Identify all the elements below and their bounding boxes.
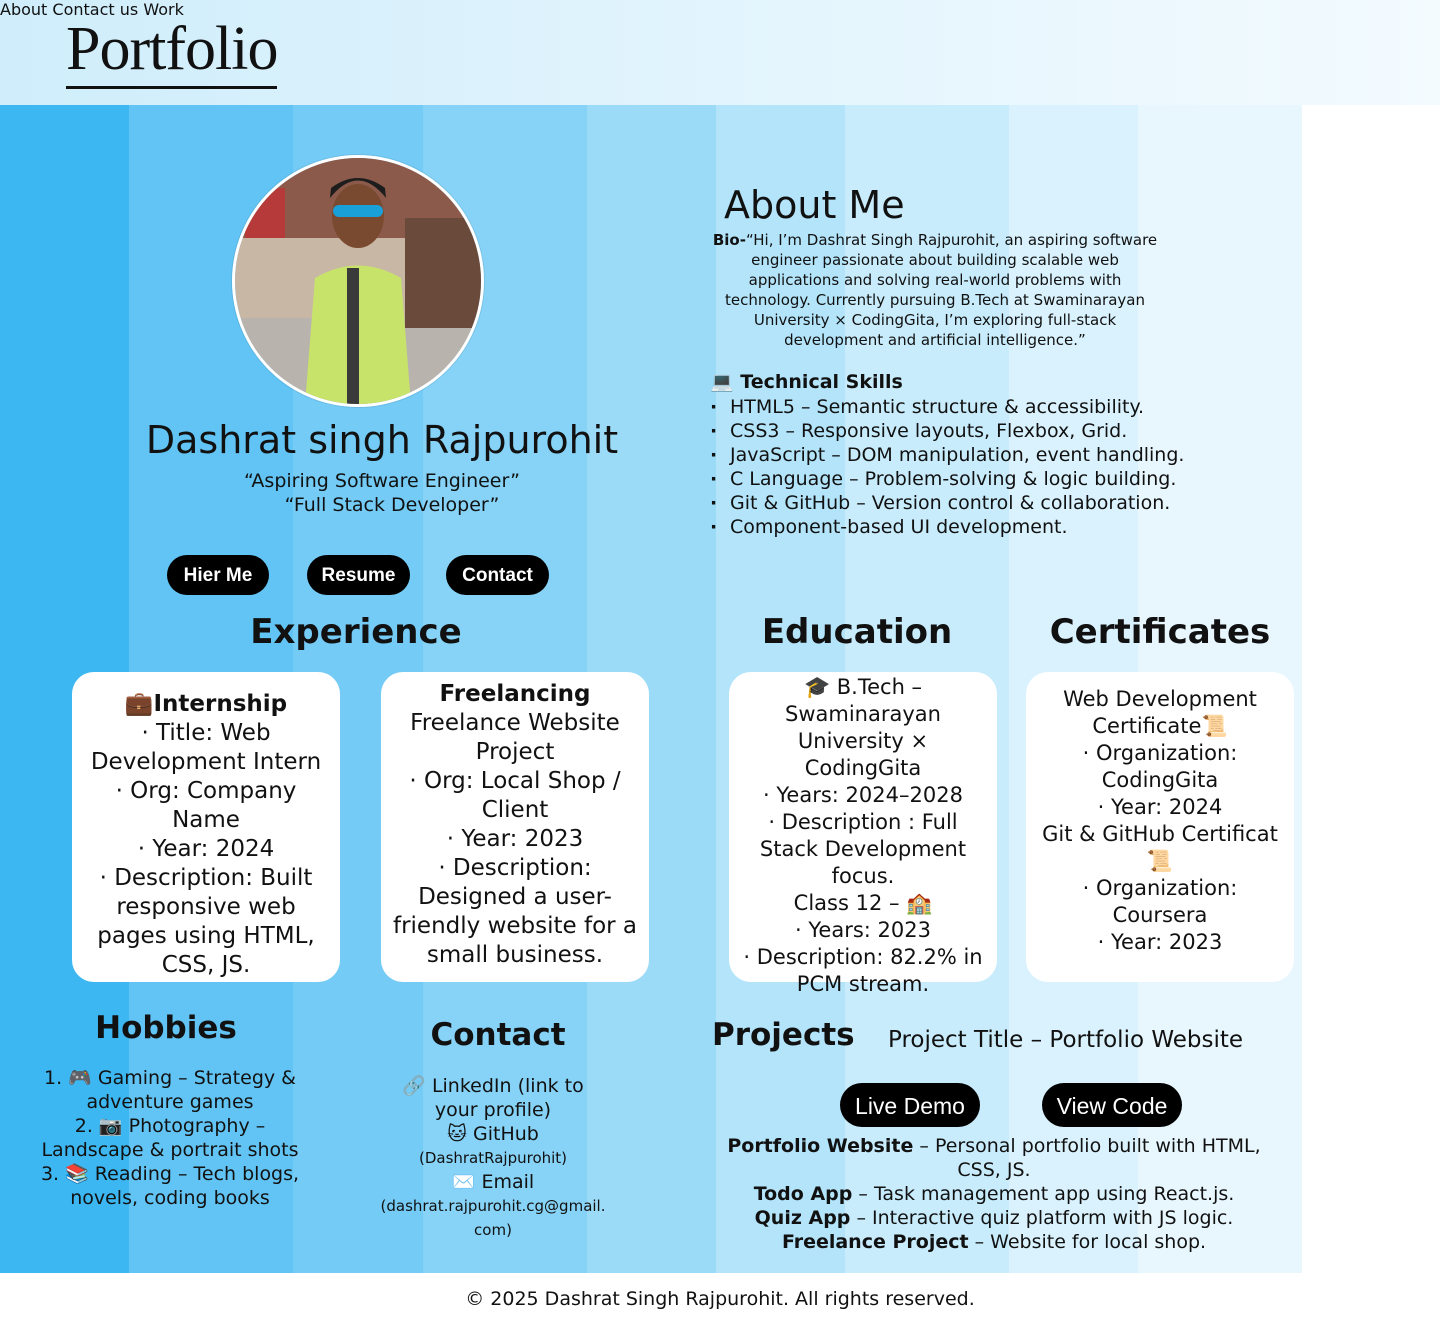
card-line: · Title: Web Development Intern xyxy=(90,720,322,775)
education-card: 🎓 B.Tech – Swaminarayan University × Cod… xyxy=(729,672,997,996)
nav-about-link[interactable]: About xyxy=(0,0,47,19)
freelancing-card: Freelancing Freelance Website Project · … xyxy=(381,672,649,982)
project-name: Freelance Project xyxy=(781,1231,969,1253)
project-title: Project Title – Portfolio Website xyxy=(888,1027,1244,1053)
skill-item: HTML5 – Semantic structure & accessibili… xyxy=(710,395,1190,419)
skill-item: CSS3 – Responsive layouts, Flexbox, Grid… xyxy=(710,419,1190,443)
card-line: · Description: Designed a user-friendly … xyxy=(392,855,638,968)
contact-list: 🔗 LinkedIn (link to your profile) 🐱 GitH… xyxy=(380,1074,606,1242)
project-desc: – Website for local shop. xyxy=(968,1231,1207,1253)
footer-copyright: © 2025 Dashrat Singh Rajpurohit. All rig… xyxy=(465,1288,975,1310)
project-item: Quiz App – Interactive quiz platform wit… xyxy=(714,1206,1274,1230)
card-line: Class 12 – 🏫 xyxy=(793,891,933,915)
about-title: About Me xyxy=(724,183,905,227)
certificates-card: Web Development Certificate📜 · Organizat… xyxy=(1026,672,1294,982)
skills-section: 💻 Technical Skills HTML5 – Semantic stru… xyxy=(710,370,1190,539)
logo[interactable]: Portfolio xyxy=(66,14,278,89)
skill-item: Git & GitHub – Version control & collabo… xyxy=(710,491,1190,515)
card-line: Web Development Certificate📜 xyxy=(1063,687,1257,738)
contact-title: Contact xyxy=(430,1017,566,1053)
card-line: · Description: Built responsive web page… xyxy=(97,865,315,978)
card-line: · Org: Company Name xyxy=(115,778,297,833)
view-code-button[interactable]: View Code xyxy=(1042,1083,1182,1127)
skill-item: Component-based UI development. xyxy=(710,515,1190,539)
laptop-icon: 💻 xyxy=(710,371,734,393)
project-item: Freelance Project – Website for local sh… xyxy=(714,1230,1274,1254)
hobby-item: 2. 📷 Photography – Landscape & portrait … xyxy=(41,1115,299,1161)
card-line: · Year: 2023 xyxy=(1097,930,1223,954)
internship-heading: 💼Internship xyxy=(124,691,288,717)
project-item: Portfolio Website – Personal portfolio b… xyxy=(714,1134,1274,1182)
card-line: · Year: 2024 xyxy=(137,836,275,862)
bio-label: Bio- xyxy=(712,231,746,249)
card-line: Freelance Website Project xyxy=(410,710,620,765)
hobby-item: 3. 📚 Reading – Tech blogs, novels, codin… xyxy=(40,1163,300,1209)
tagline-2: “Full Stack Developer” xyxy=(284,494,500,516)
github-link[interactable]: 🐱 GitHub xyxy=(380,1122,606,1146)
project-name: Todo App xyxy=(753,1183,853,1205)
project-desc: – Personal portfolio built with HTML, CS… xyxy=(913,1135,1261,1181)
hobbies-list: 1. 🎮 Gaming – Strategy & adventure games… xyxy=(40,1066,300,1210)
linkedin-link[interactable]: 🔗 LinkedIn (link to your profile) xyxy=(380,1074,606,1122)
email-link[interactable]: ✉️ Email xyxy=(380,1170,606,1194)
skill-item: JavaScript – DOM manipulation, event han… xyxy=(710,443,1190,467)
project-desc: – Task management app using React.js. xyxy=(852,1183,1235,1205)
resume-button[interactable]: Resume xyxy=(307,555,410,595)
card-line: 🎓 B.Tech – Swaminarayan University × Cod… xyxy=(785,675,941,780)
card-line: · Organization: CodingGita xyxy=(1082,741,1238,792)
project-desc: – Interactive quiz platform with JS logi… xyxy=(850,1207,1234,1229)
bio-text: “Hi, I’m Dashrat Singh Rajpurohit, an as… xyxy=(725,231,1158,349)
certificates-title: Certificates xyxy=(1049,612,1271,652)
education-title: Education xyxy=(761,612,953,652)
projects-title: Projects xyxy=(712,1017,855,1053)
card-line: · Organization: Coursera xyxy=(1082,876,1238,927)
card-line: · Description: 82.2% in PCM stream. xyxy=(743,945,983,996)
email-address: (dashrat.rajpurohit.cg@gmail.com) xyxy=(380,1197,606,1239)
card-line: · Years: 2024–2028 xyxy=(763,783,963,807)
hire-me-button[interactable]: Hier Me xyxy=(167,555,269,595)
card-line: · Year: 2023 xyxy=(446,826,584,852)
freelancing-heading: Freelancing xyxy=(439,681,591,707)
projects-list: Portfolio Website – Personal portfolio b… xyxy=(714,1134,1274,1254)
card-line: · Year: 2024 xyxy=(1097,795,1223,819)
github-handle: (DashratRajpurohit) xyxy=(418,1149,568,1167)
project-name: Portfolio Website xyxy=(727,1135,914,1157)
internship-card: 💼Internship · Title: Web Development Int… xyxy=(72,672,340,982)
profile-photo xyxy=(232,155,484,407)
hobbies-title: Hobbies xyxy=(95,1010,237,1046)
contact-button[interactable]: Contact xyxy=(446,555,549,595)
card-line: · Description : Full Stack Development f… xyxy=(759,810,967,888)
project-item: Todo App – Task management app using Rea… xyxy=(714,1182,1274,1206)
profile-name: Dashrat singh Rajpurohit xyxy=(145,418,619,462)
experience-title: Experience xyxy=(250,612,462,652)
skills-title: Technical Skills xyxy=(740,371,903,393)
card-line: · Years: 2023 xyxy=(795,918,931,942)
bio-paragraph: Bio-“Hi, I’m Dashrat Singh Rajpurohit, a… xyxy=(712,230,1158,350)
hobby-item: 1. 🎮 Gaming – Strategy & adventure games xyxy=(44,1067,296,1113)
tagline-1: “Aspiring Software Engineer” xyxy=(244,470,520,492)
site-header: Portfolio About Contact us Work xyxy=(0,0,1440,105)
card-line: Git & GitHub Certificat📜 xyxy=(1042,822,1278,873)
live-demo-button[interactable]: Live Demo xyxy=(840,1083,980,1127)
skill-item: C Language – Problem-solving & logic bui… xyxy=(710,467,1190,491)
project-name: Quiz App xyxy=(754,1207,851,1229)
card-line: · Org: Local Shop / Client xyxy=(409,768,621,823)
